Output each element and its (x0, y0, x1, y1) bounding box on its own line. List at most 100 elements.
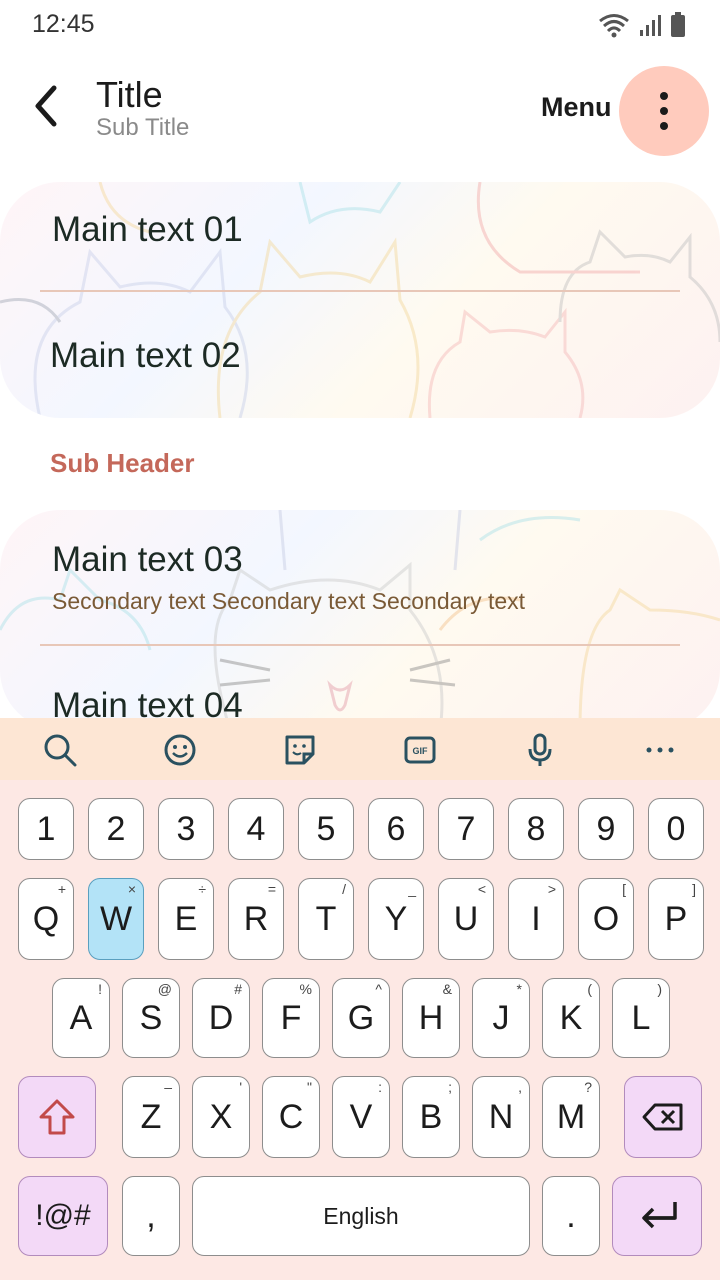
more-horizontal-icon[interactable] (642, 732, 678, 768)
list-item-3-text[interactable]: Main text 03 (52, 540, 243, 580)
key-7[interactable]: 7 (438, 798, 494, 860)
symbols-key-label: !@# (35, 1199, 91, 1232)
emoji-icon[interactable] (162, 732, 198, 768)
key-y-label: Y (384, 899, 408, 938)
symbols-key[interactable]: !@# (18, 1176, 108, 1256)
key-j[interactable]: J * (472, 978, 530, 1058)
key-z[interactable]: Z – (122, 1076, 180, 1158)
key-w-hint: × (127, 881, 136, 897)
key-r[interactable]: R = (228, 878, 284, 960)
key-p-label: P (664, 899, 688, 938)
key-q-label: Q (32, 899, 60, 938)
key-4[interactable]: 4 (228, 798, 284, 860)
key-z-label: Z (140, 1097, 162, 1136)
key-k[interactable]: K( (542, 978, 600, 1058)
shift-key[interactable] (18, 1076, 96, 1158)
key-0[interactable]: 0 (648, 798, 704, 860)
key-v-label: V (349, 1097, 373, 1136)
key-m[interactable]: M? (542, 1076, 600, 1158)
list-item-2-text[interactable]: Main text 02 (50, 336, 241, 376)
key-o[interactable]: O[ (578, 878, 634, 960)
key-f-hint: % (299, 981, 312, 997)
key-b-hint: ; (448, 1079, 452, 1095)
key-s[interactable]: S @ (122, 978, 180, 1058)
key-f[interactable]: F% (262, 978, 320, 1058)
key-e-label: E (174, 899, 198, 938)
key-v[interactable]: V: (332, 1076, 390, 1158)
backspace-key[interactable] (624, 1076, 702, 1158)
backspace-icon (642, 1103, 683, 1131)
comma-key[interactable]: , (122, 1176, 180, 1256)
key-6[interactable]: 6 (368, 798, 424, 860)
list-card-1: Main text 01 Main text 02 (0, 182, 720, 418)
more-options-button[interactable] (619, 66, 709, 156)
key-j-hint: * (516, 981, 522, 997)
key-z-hint: – (164, 1079, 172, 1095)
enter-key[interactable] (612, 1176, 702, 1256)
key-x[interactable]: X ' (192, 1076, 250, 1158)
key-t-label: T (315, 899, 337, 938)
key-9[interactable]: 9 (578, 798, 634, 860)
period-key[interactable]: . (542, 1176, 600, 1256)
page-title: Title (96, 74, 163, 115)
key-y-hint: _ (408, 881, 416, 897)
app-bar: Title Sub Title Menu (0, 52, 720, 172)
key-d-label: D (208, 998, 234, 1037)
key-c-hint: " (307, 1079, 312, 1095)
key-q-hint: + (57, 881, 66, 897)
key-8-label: 8 (526, 809, 546, 848)
key-8[interactable]: 8 (508, 798, 564, 860)
key-k-hint: ( (587, 981, 592, 997)
key-y[interactable]: Y _ (368, 878, 424, 960)
shift-icon (39, 1099, 75, 1135)
key-r-label: R (243, 899, 269, 938)
back-arrow-icon[interactable] (26, 82, 70, 130)
search-icon[interactable] (42, 732, 78, 768)
key-a-label: A (69, 998, 93, 1037)
key-3[interactable]: 3 (158, 798, 214, 860)
mic-icon[interactable] (522, 732, 558, 768)
space-key[interactable]: English (192, 1176, 530, 1256)
key-c[interactable]: C " (262, 1076, 320, 1158)
key-i[interactable]: I > (508, 878, 564, 960)
key-7-label: 7 (456, 809, 476, 848)
gif-icon[interactable]: GIF (402, 732, 438, 768)
key-5[interactable]: 5 (298, 798, 354, 860)
key-e[interactable]: E ÷ (158, 878, 214, 960)
key-e-hint: ÷ (198, 881, 206, 897)
key-5-label: 5 (316, 809, 336, 848)
list-item-1-text[interactable]: Main text 01 (52, 210, 243, 250)
key-l[interactable]: L) (612, 978, 670, 1058)
key-3-label: 3 (176, 809, 196, 848)
key-i-hint: > (547, 881, 556, 897)
key-h-label: H (418, 998, 444, 1037)
key-a[interactable]: A! (52, 978, 110, 1058)
key-b[interactable]: B; (402, 1076, 460, 1158)
key-q[interactable]: Q + (18, 878, 74, 960)
space-key-label: English (323, 1202, 399, 1229)
page-subtitle: Sub Title (96, 114, 190, 141)
key-d[interactable]: D # (192, 978, 250, 1058)
list-divider (40, 644, 680, 646)
key-u[interactable]: U < (438, 878, 494, 960)
key-m-label: M (556, 1097, 586, 1136)
key-6-label: 6 (386, 809, 406, 848)
key-l-label: L (631, 998, 651, 1037)
key-n[interactable]: N, (472, 1076, 530, 1158)
key-w[interactable]: W × (88, 878, 144, 960)
key-p[interactable]: P] (648, 878, 704, 960)
key-d-hint: # (234, 981, 242, 997)
sticker-icon[interactable] (282, 732, 318, 768)
key-h[interactable]: H & (402, 978, 460, 1058)
key-o-label: O (592, 899, 620, 938)
status-bar: 12:45 (0, 0, 720, 52)
menu-button[interactable]: Menu (541, 92, 612, 123)
key-2[interactable]: 2 (88, 798, 144, 860)
enter-icon (642, 1202, 677, 1229)
key-1-label: 1 (36, 809, 56, 848)
key-1[interactable]: 1 (18, 798, 74, 860)
key-x-label: X (209, 1097, 233, 1136)
key-g[interactable]: G ^ (332, 978, 390, 1058)
key-t[interactable]: T / (298, 878, 354, 960)
more-vertical-icon (660, 92, 668, 130)
